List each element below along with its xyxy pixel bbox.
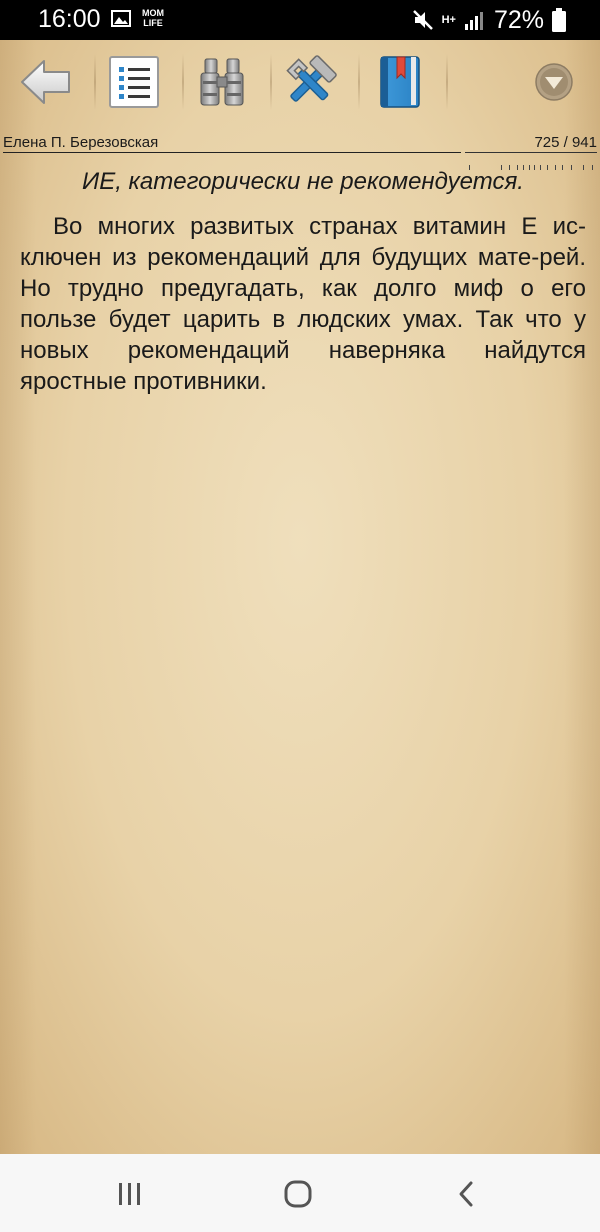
page-indicator[interactable]: 725 / 941 [534,134,597,151]
battery-icon [552,8,566,32]
system-navigation-bar [0,1154,600,1232]
momlife-notification-icon: MOM LIFE [140,8,166,32]
chapter-progress-bar[interactable] [465,152,597,170]
status-time: 16:00 [38,5,101,33]
previous-paragraph-end: ИЕ, категорически не рекомендуется. [82,168,524,195]
battery-percentage: 72% [493,5,544,34]
bookmarks-button[interactable] [368,50,432,114]
toolbar-separator [270,54,272,110]
reader-toolbar [0,40,600,126]
chapter-tick [592,165,593,170]
home-icon [284,1180,312,1208]
book-header: Елена П. Березовская 725 / 941 [3,134,597,170]
status-right-group: H+ 72% [412,0,566,40]
network-type-label: H+ [441,13,456,26]
back-arrow-icon [21,60,70,104]
book-text[interactable]: ИЕ, категорически не рекомендуется. Во м… [20,166,586,397]
dropdown-menu-icon [535,63,573,101]
gallery-notification-icon [111,10,131,27]
back-nav-button[interactable] [446,1174,486,1214]
header-underline [3,152,461,153]
signal-strength-icon [464,12,483,30]
momlife-badge-text: MOM LIFE [142,8,164,28]
bookmark-book-icon [380,56,420,108]
mute-icon [412,10,433,30]
home-button[interactable] [278,1174,318,1214]
back-chevron-icon [459,1181,473,1207]
book-author: Елена П. Березовская [3,134,159,151]
toolbar-separator [446,54,448,110]
tools-settings-icon [286,55,337,102]
more-menu-button[interactable] [522,50,586,114]
reader-page[interactable]: Елена П. Березовская 725 / 941 ИЕ, катег… [0,40,600,1154]
book-paragraph: Во многих развитых странах витамин Е ис-… [20,213,586,395]
recent-apps-icon [119,1183,140,1205]
status-bar: 16:00 MOM LIFE H+ 72% [0,0,600,40]
back-button[interactable] [14,50,78,114]
recent-apps-button[interactable] [110,1174,150,1214]
toolbar-separator [182,54,184,110]
binoculars-search-icon [200,58,244,106]
settings-button[interactable] [278,50,342,114]
table-of-contents-icon [109,56,159,108]
search-button[interactable] [190,50,254,114]
toolbar-separator [358,54,360,110]
toolbar-separator [94,54,96,110]
table-of-contents-button[interactable] [102,50,166,114]
